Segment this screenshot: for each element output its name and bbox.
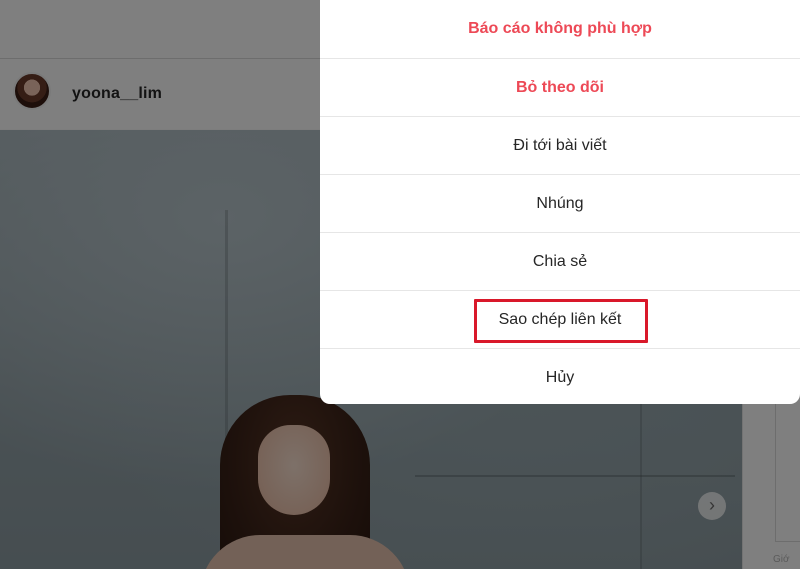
menu-item-report[interactable]: Báo cáo không phù hợp [320,0,800,58]
menu-item-share[interactable]: Chia sẻ [320,232,800,290]
menu-item-label: Bỏ theo dõi [516,78,604,96]
menu-item-go-to-post[interactable]: Đi tới bài viết [320,116,800,174]
menu-item-label: Hủy [545,368,575,386]
copy-link-highlight-box [474,299,648,343]
menu-item-label: Báo cáo không phù hợp [468,20,652,37]
post-options-menu: Báo cáo không phù hợp Bỏ theo dõi Đi tới… [320,0,800,404]
menu-item-embed[interactable]: Nhúng [320,174,800,232]
menu-item-label: Nhúng [536,194,584,212]
menu-item-label: Chia sẻ [532,252,588,270]
menu-item-unfollow[interactable]: Bỏ theo dõi [320,58,800,116]
menu-item-cancel[interactable]: Hủy [320,348,800,404]
menu-item-label: Đi tới bài viết [513,136,607,154]
